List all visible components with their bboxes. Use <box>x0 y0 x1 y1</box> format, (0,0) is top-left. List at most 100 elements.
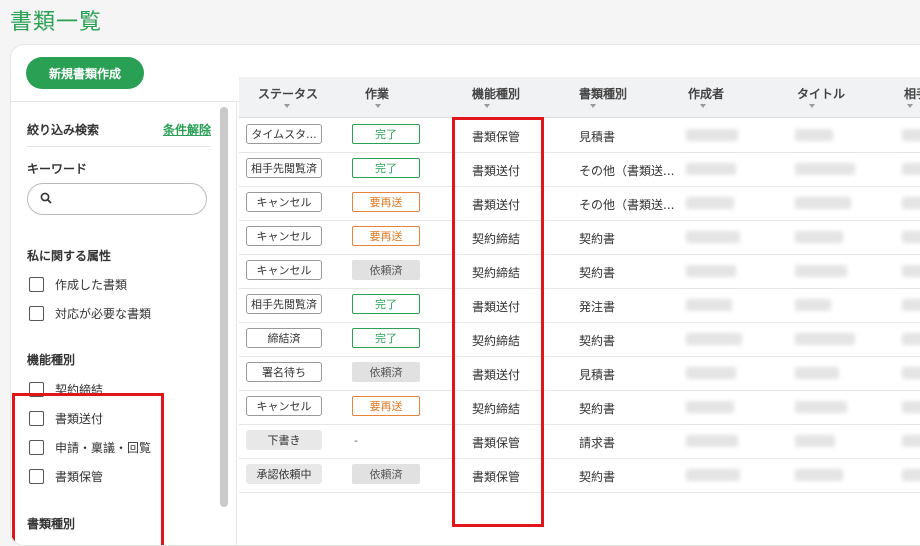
partner-cell-redacted <box>902 129 920 141</box>
title-cell-redacted <box>795 367 839 379</box>
table-row[interactable]: キャンセル 依頼済 契約締結 契約書 <box>239 254 920 289</box>
sort-icon[interactable] <box>375 104 381 108</box>
sort-icon[interactable] <box>809 104 815 108</box>
creator-cell-redacted <box>686 299 732 311</box>
table-row[interactable]: キャンセル 要再送 契約締結 契約書 <box>239 390 920 425</box>
work-badge: 完了 <box>352 328 420 348</box>
checkbox-action-required[interactable]: 対応が必要な書類 <box>29 303 151 323</box>
keyword-search-box[interactable] <box>27 183 207 215</box>
table-row[interactable]: タイムスタ... 完了 書類保管 見積書 <box>239 118 920 153</box>
sort-icon[interactable] <box>590 104 596 108</box>
partner-cell-redacted <box>902 265 920 277</box>
checkbox-label: 作成した書類 <box>55 277 128 292</box>
table-row[interactable]: 締結済 完了 契約締結 契約書 <box>239 322 920 357</box>
table-row[interactable]: キャンセル 要再送 契約締結 契約書 <box>239 220 920 255</box>
creator-cell-redacted <box>686 367 736 379</box>
status-badge: 署名待ち <box>246 362 322 382</box>
page-title: 書類一覧 <box>10 10 103 35</box>
divider <box>27 146 211 147</box>
table-row[interactable]: 署名待ち 依頼済 書類送付 見積書 <box>239 356 920 391</box>
title-cell-redacted <box>795 299 831 311</box>
partner-cell-redacted <box>902 197 920 209</box>
document-type-title: 書類種別 <box>27 517 76 531</box>
table-row[interactable]: キャンセル 要再送 書類送付 その他（書類送... <box>239 186 920 221</box>
document-type-cell: 契約書 <box>579 470 616 484</box>
header-partner[interactable]: 相手 <box>904 85 920 102</box>
status-badge: 承認依頼中 <box>246 464 322 484</box>
creator-cell-redacted <box>686 231 740 243</box>
header-document-type[interactable]: 書類種別 <box>579 85 627 102</box>
status-badge: 相手先閲覧済 <box>246 294 322 314</box>
document-type-cell: 契約書 <box>579 266 616 280</box>
header-title[interactable]: タイトル <box>797 85 845 102</box>
sort-icon[interactable] <box>284 104 290 108</box>
sidebar-scrollbar[interactable] <box>220 107 228 507</box>
title-cell-redacted <box>795 231 843 243</box>
work-badge: 依頼済 <box>352 260 420 280</box>
title-cell-redacted <box>795 265 847 277</box>
status-badge: キャンセル <box>246 396 322 416</box>
status-badge: タイムスタ... <box>246 124 322 144</box>
table-row[interactable]: 相手先閲覧済 完了 書類送付 その他（書類送... <box>239 152 920 187</box>
status-badge: 締結済 <box>246 328 322 348</box>
checkbox-created-documents[interactable]: 作成した書類 <box>29 274 127 294</box>
status-badge: キャンセル <box>246 226 322 246</box>
create-document-button[interactable]: 新規書類作成 <box>26 57 144 89</box>
creator-cell-redacted <box>686 197 734 209</box>
partner-cell-redacted <box>902 299 920 311</box>
header-status[interactable]: ステータス <box>258 85 318 102</box>
work-badge: 完了 <box>352 158 420 178</box>
document-type-cell: 契約書 <box>579 402 616 416</box>
checkbox[interactable] <box>29 276 44 292</box>
work-badge: - <box>354 433 358 447</box>
header-function-type[interactable]: 機能種別 <box>472 85 520 102</box>
title-cell-redacted <box>795 401 847 413</box>
document-type-cell: 契約書 <box>579 232 616 246</box>
partner-cell-redacted <box>902 163 920 175</box>
mine-attributes-title: 私に関する属性 <box>27 249 112 263</box>
sort-icon[interactable] <box>907 104 913 108</box>
title-cell-redacted <box>795 129 833 141</box>
keyword-title: キーワード <box>27 162 88 176</box>
title-cell-redacted <box>795 197 851 209</box>
partner-cell-redacted <box>902 231 920 243</box>
work-badge: 完了 <box>352 124 420 144</box>
work-badge: 完了 <box>352 294 420 314</box>
partner-cell-redacted <box>902 469 920 481</box>
creator-cell-redacted <box>686 435 738 447</box>
creator-cell-redacted <box>686 129 738 141</box>
table-row[interactable]: 下書き - 書類保管 請求書 <box>239 424 920 459</box>
sort-icon[interactable] <box>700 104 706 108</box>
highlight-box <box>452 117 544 527</box>
reset-filter-link[interactable]: 条件解除 <box>163 121 211 138</box>
filter-title: 絞り込み検索 <box>27 123 100 137</box>
filter-sidebar: 絞り込み検索 条件解除 キーワード 私に関する属性 作成した書類 対応が必要な書… <box>11 102 237 545</box>
partner-cell-redacted <box>902 435 920 447</box>
partner-cell-redacted <box>902 367 920 379</box>
header-work[interactable]: 作業 <box>365 85 389 102</box>
status-badge: キャンセル <box>246 260 322 280</box>
document-type-cell: その他（書類送... <box>579 198 675 212</box>
header-creator[interactable]: 作成者 <box>688 85 724 102</box>
checkbox[interactable] <box>29 305 44 321</box>
title-cell-redacted <box>795 163 855 175</box>
title-cell-redacted <box>795 333 855 345</box>
title-cell-redacted <box>795 435 835 447</box>
sort-icon[interactable] <box>484 104 490 108</box>
work-badge: 要再送 <box>352 396 420 416</box>
document-type-cell: 発注書 <box>579 300 616 314</box>
table-row[interactable]: 相手先閲覧済 完了 書類送付 発注書 <box>239 288 920 323</box>
search-input[interactable] <box>62 189 196 209</box>
document-type-cell: その他（書類送... <box>579 164 675 178</box>
work-badge: 要再送 <box>352 192 420 212</box>
work-badge: 要再送 <box>352 226 420 246</box>
creator-cell-redacted <box>686 163 736 175</box>
table-row[interactable]: 承認依頼中 依頼済 書類保管 契約書 <box>239 458 920 493</box>
partner-cell-redacted <box>902 401 920 413</box>
checkbox-label: 対応が必要な書類 <box>55 306 152 321</box>
work-badge: 依頼済 <box>352 362 420 382</box>
search-icon <box>40 192 52 204</box>
creator-cell-redacted <box>686 265 736 277</box>
status-badge: キャンセル <box>246 192 322 212</box>
document-type-cell: 契約書 <box>579 334 616 348</box>
